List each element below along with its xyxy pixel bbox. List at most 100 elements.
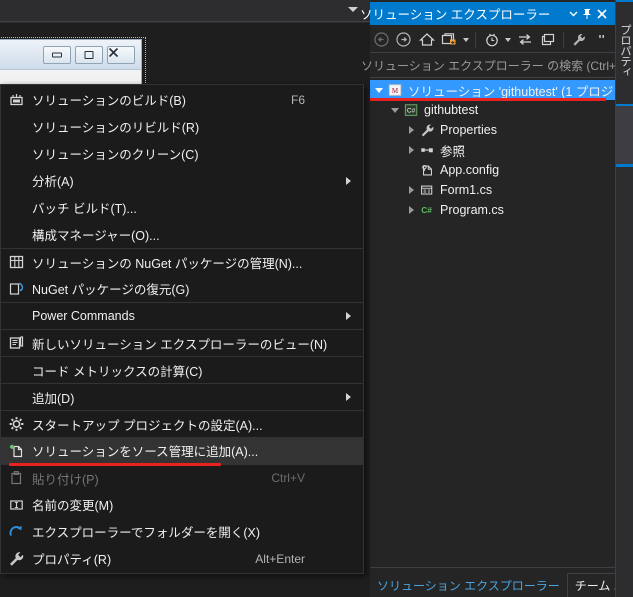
tree-item[interactable]: Properties	[370, 120, 615, 140]
editor-tabstrip	[0, 0, 370, 22]
expander-none	[404, 160, 418, 180]
panel-title: ソリューション エクスプローラー	[360, 8, 551, 22]
solution-explorer-titlebar[interactable]: ソリューション エクスプローラー	[360, 2, 615, 25]
menu-item[interactable]: バッチ ビルド(T)...	[1, 194, 363, 221]
solution-explorer-panel: ソリューション エクスプローラー ソリューション エクスプローラー の検索 (C…	[360, 0, 633, 597]
svg-text:M: M	[391, 87, 398, 95]
menu-item-label: ソリューションのリビルド(R)	[32, 121, 200, 135]
visual-studio-window: ソリューションのビルド(B) F6 ソリューションのリビルド(R) ソリューションのク…	[0, 0, 633, 597]
designed-form-titlebar	[0, 40, 141, 70]
menu-item-shortcut: Ctrl+V	[271, 471, 305, 485]
form-maximize-button[interactable]	[75, 46, 103, 64]
menu-item-label: 構成マネージャー(O)...	[32, 229, 160, 243]
form-icon	[418, 181, 436, 199]
tree-item-label: Form1.cs	[440, 183, 493, 197]
expander-collapsed-icon[interactable]	[404, 140, 418, 160]
tree-item[interactable]: 参照	[370, 140, 615, 160]
menu-item-shortcut: Alt+Enter	[255, 551, 305, 566]
menu-item-label: 追加(D)	[32, 391, 75, 406]
menu-item[interactable]: 新しいソリューション エクスプローラーのビュー(N)	[1, 329, 363, 356]
svg-text:C#: C#	[406, 107, 415, 114]
expander-collapsed-icon[interactable]	[404, 180, 418, 200]
solution-explorer-toolbar[interactable]	[370, 27, 615, 53]
menu-item: 貼り付け(P) Ctrl+V	[1, 464, 363, 491]
toolbar-divider	[562, 31, 564, 48]
solution-explorer-bottom-tabs[interactable]: ソリューション エクスプローラーチーム エクスプローラー	[370, 567, 633, 597]
chevron-down-icon[interactable]	[348, 7, 358, 12]
tree-item[interactable]: App.config	[370, 160, 615, 180]
forward-icon[interactable]	[393, 29, 416, 51]
form-close-button[interactable]	[107, 46, 135, 64]
svg-text:C#: C#	[421, 205, 432, 215]
expander-expanded-icon[interactable]	[388, 100, 402, 120]
build-icon	[6, 89, 27, 110]
autohide-tab-properties[interactable]: プロパティ	[616, 2, 633, 98]
home-icon[interactable]	[415, 29, 438, 51]
solution-tree[interactable]: M ソリューション 'githubtest' (1 プロジェクト) C# github…	[370, 80, 633, 563]
tree-item[interactable]: Form1.cs	[370, 180, 615, 200]
tree-item-label: ソリューション 'githubtest' (1 プロジェクト)	[408, 84, 633, 99]
back-icon[interactable]	[370, 29, 393, 51]
properties-wrench-icon	[418, 121, 436, 139]
sync-with-active-document-icon[interactable]	[438, 29, 461, 51]
annotation-underline	[9, 463, 221, 466]
expander-expanded-icon[interactable]	[372, 80, 386, 100]
menu-item[interactable]: プロパティ(R) Alt+Enter	[1, 545, 363, 572]
filter-dropdown-chevron-icon[interactable]	[503, 29, 514, 51]
menu-item-label: コード メトリックスの計算(C)	[32, 364, 203, 379]
expander-collapsed-icon[interactable]	[404, 120, 418, 140]
collapse-all-icon[interactable]	[536, 29, 559, 51]
pin-icon[interactable]	[581, 2, 595, 25]
menu-item[interactable]: ソリューションをソース管理に追加(A)...	[1, 437, 363, 464]
menu-item-label: ソリューションをソース管理に追加(A)...	[32, 445, 259, 459]
close-icon	[108, 47, 119, 58]
menu-item[interactable]: Power Commands	[1, 302, 363, 329]
bottom-tab[interactable]: ソリューション エクスプローラー	[370, 573, 567, 597]
add-to-source-control-icon	[6, 440, 27, 461]
menu-item[interactable]: 構成マネージャー(O)...	[1, 221, 363, 248]
toolbar-overflow-icon[interactable]	[590, 29, 613, 51]
expander-collapsed-icon[interactable]	[404, 200, 418, 220]
search-input[interactable]: ソリューション エクスプローラー の検索 (Ctrl+;)	[361, 54, 633, 78]
panel-menu-chevron-icon[interactable]	[566, 2, 580, 25]
sync-dropdown-chevron-icon[interactable]	[460, 29, 471, 51]
menu-item[interactable]: スタートアップ プロジェクトの設定(A)...	[1, 410, 363, 437]
solution-context-menu[interactable]: ソリューションのビルド(B) F6 ソリューションのリビルド(R) ソリューションのク…	[0, 84, 364, 574]
tree-item[interactable]: C# githubtest	[370, 100, 615, 120]
menu-item-label: エクスプローラーでフォルダーを開く(X)	[32, 526, 261, 540]
menu-item[interactable]: 分析(A)	[1, 167, 363, 194]
tree-item-label: App.config	[440, 163, 500, 177]
menu-item[interactable]: NuGet パッケージの復元(G)	[1, 275, 363, 302]
wrench-icon	[6, 548, 27, 569]
menu-item[interactable]: ソリューションの NuGet パッケージの管理(N)...	[1, 248, 363, 275]
menu-item[interactable]: 追加(D)	[1, 383, 363, 410]
menu-item[interactable]: ソリューションのビルド(B) F6	[1, 86, 363, 113]
csharp-project-icon: C#	[402, 101, 420, 119]
properties-wrench-icon[interactable]	[568, 29, 591, 51]
menu-item[interactable]: 名前の変更(M)	[1, 491, 363, 518]
tree-item-label: githubtest	[424, 103, 479, 117]
form-minimize-button[interactable]	[43, 46, 71, 64]
menu-item-label: 新しいソリューション エクスプローラーのビュー(N)	[32, 337, 328, 352]
refresh-icon[interactable]	[514, 29, 537, 51]
gear-icon	[6, 414, 27, 435]
nuget-package-icon	[6, 252, 27, 273]
menu-item-label: Power Commands	[32, 309, 135, 323]
pending-changes-filter-icon[interactable]	[480, 29, 503, 51]
rename-icon	[6, 494, 27, 515]
autohide-tab-strip: プロパティ	[615, 0, 633, 597]
submenu-arrow-icon	[346, 393, 351, 401]
paste-icon	[6, 468, 27, 489]
toolbar-divider	[475, 31, 477, 48]
menu-item-label: 分析(A)	[32, 175, 74, 189]
menu-item[interactable]: コード メトリックスの計算(C)	[1, 356, 363, 383]
menu-item[interactable]: ソリューションのクリーン(C)	[1, 140, 363, 167]
menu-item[interactable]: ソリューションのリビルド(R)	[1, 113, 363, 140]
close-icon[interactable]	[595, 2, 609, 25]
menu-item[interactable]: エクスプローラーでフォルダーを開く(X)	[1, 518, 363, 545]
autohide-segment	[616, 106, 633, 164]
tree-item-label: 参照	[440, 144, 466, 159]
tree-item[interactable]: M ソリューション 'githubtest' (1 プロジェクト)	[370, 80, 633, 101]
search-placeholder: ソリューション エクスプローラー の検索 (Ctrl+;)	[361, 59, 624, 73]
tree-item[interactable]: C# Program.cs	[370, 200, 615, 220]
